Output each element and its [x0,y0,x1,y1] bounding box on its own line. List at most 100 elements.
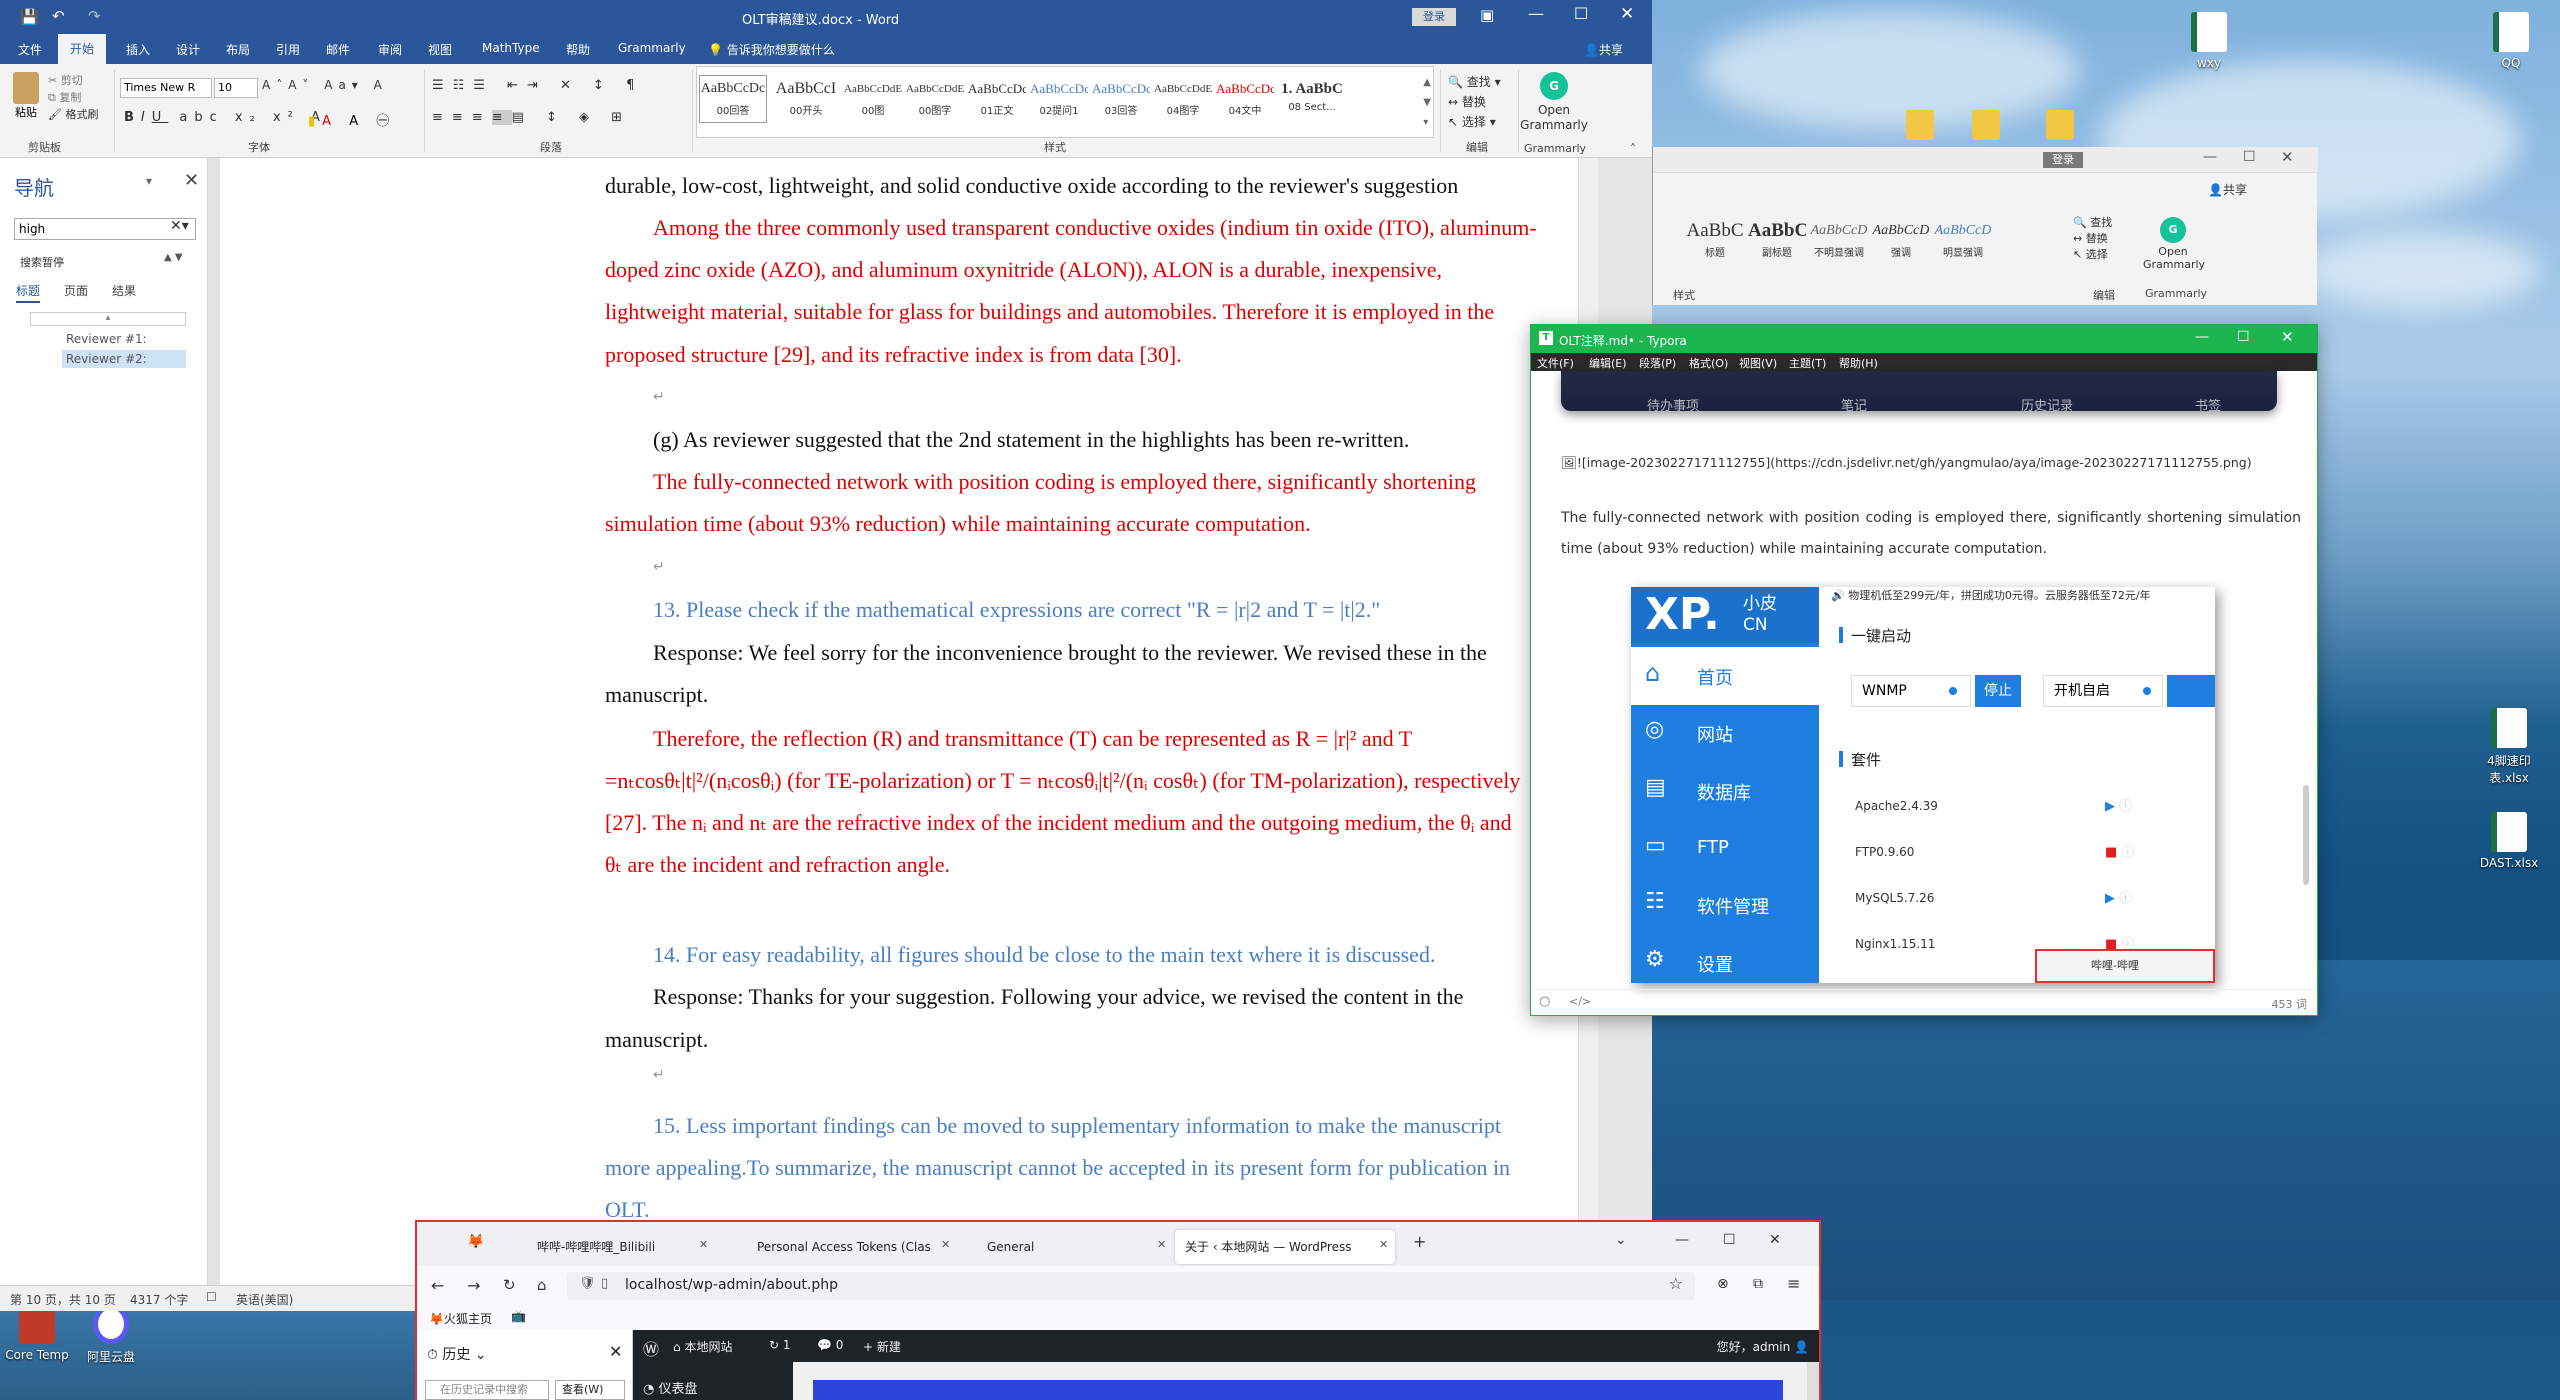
wp-updates[interactable]: ↻ 1 [769,1338,791,1352]
tab-references[interactable]: 引用 [276,41,300,58]
nav-tab-headings[interactable]: 标题 [16,282,41,303]
desktop-icon-aliyun[interactable]: 阿里云盘 [74,1304,148,1365]
bookmark-firefox-home[interactable]: 🦊火狐主页 [429,1310,492,1327]
nav-tab-results[interactable]: 结果 [112,282,136,299]
wordpress-logo-icon[interactable]: Ⓦ [643,1336,659,1360]
redo-icon[interactable]: ↷ [88,7,101,25]
menu-help[interactable]: 帮助(H) [1839,355,1878,371]
desktop-icon-qq[interactable]: QQ [2474,12,2548,70]
close-tab-icon[interactable]: ✕ [941,1238,950,1251]
tab-design[interactable]: 设计 [176,41,200,58]
extensions-puzzle-icon[interactable]: ⧉ [1753,1276,1763,1292]
history-search-input[interactable]: 在历史记录中搜索 [425,1380,549,1400]
firefox-icon[interactable]: 🦊 [467,1234,484,1250]
style-item-01-body[interactable]: AaBbCcDc 01正文 [967,75,1027,123]
undo-icon[interactable]: ↶ [52,7,65,25]
tab-mathtype[interactable]: MathType [482,41,540,55]
style-gallery-item[interactable]: AaBbC 标题 [1685,217,1745,265]
close-button[interactable]: ✕ [1769,1232,1781,1248]
close-button[interactable]: ✕ [2281,328,2294,346]
replace-button[interactable]: ↔ 替换 [2073,231,2112,247]
folder-icon[interactable] [1966,110,2006,144]
clear-search-icon[interactable]: ✕▾ [170,218,189,234]
style-gallery-item[interactable]: AaBbC 副标题 [1747,217,1807,265]
select-button[interactable]: ↖ 选择 [2073,247,2112,263]
extension-icon[interactable]: ⊗ [1717,1276,1729,1292]
minimize-button[interactable]: — [1528,4,1544,23]
style-item-02-question[interactable]: AaBbCcDc 02提问1 [1029,75,1089,123]
tab-home[interactable]: 开始 [58,34,107,64]
language-indicator[interactable]: 英语(美国) [236,1291,293,1308]
font-format-buttons[interactable]: BIU abc x₂ x² A [124,110,327,125]
page-count[interactable]: 第 10 页，共 10 页 [10,1291,116,1308]
nav-heading-reviewer-2[interactable]: Reviewer #2: [62,350,186,368]
list-buttons[interactable]: ☰☷☰ ⇤⇥ ✕ ↕ ¶ [432,78,643,93]
reload-button[interactable]: ↻ [503,1276,516,1294]
login-button[interactable]: 登录 [1412,8,1456,26]
menu-paragraph[interactable]: 段落(P) [1639,355,1676,371]
tab-file[interactable]: 文件 [18,41,42,58]
history-view-button[interactable]: 查看(W) [555,1380,625,1400]
styles-gallery[interactable]: AaBbCcDc 00回答 AaBbCcI 00开头 AaBbCcDdE 00图 Aa… [696,66,1434,138]
alignment-buttons[interactable]: ≡≡≡≡▤ ↕ ◈ ⊞ [432,110,631,125]
tab-github-tokens[interactable]: Personal Access Tokens (Clas [727,1230,939,1264]
page-scrollbar[interactable] [1807,1362,1819,1400]
minimize-button[interactable]: — [2195,329,2209,345]
menu-view[interactable]: 视图(V) [1739,355,1777,371]
url-bar[interactable]: 🛡 ▯ localhost/wp-admin/about.php ☆ [567,1272,1695,1300]
tab-review[interactable]: 审阅 [378,41,402,58]
collapse-ribbon-icon[interactable]: ˄ [1630,142,1636,156]
tab-bilibili[interactable]: 哔哔-哔哩哔哩_Bilibili [507,1230,719,1264]
list-tabs-icon[interactable]: ⌄ [1615,1232,1627,1248]
save-icon[interactable]: 💾 [20,8,39,26]
font-name-select[interactable]: Times New R [120,78,212,98]
login-button[interactable]: 登录 [2043,152,2083,168]
style-gallery-item[interactable]: AaBbCcD 强调 [1871,217,1931,265]
style-item-04-figure-text[interactable]: AaBbCcDdE 04图字 [1153,75,1213,123]
style-item-00-figure-text[interactable]: AaBbCcDdE 00图字 [905,75,965,123]
nav-heading-reviewer-1[interactable]: Reviewer #1: [66,332,147,346]
format-painter-button[interactable]: 🖌 格式刷 [48,106,98,123]
menu-edit[interactable]: 编辑(E) [1589,355,1627,371]
font-size-grow-shrink[interactable]: A˄A˅ Aa▾ A [262,78,388,92]
firefox-window[interactable]: 🦊 哔哔-哔哩哔哩_Bilibili ✕ Personal Access Tok… [415,1220,1821,1400]
font-color-buttons[interactable]: ▮A A ㊀ [308,110,396,129]
bookmark-bilibili-icon[interactable]: 📺 [511,1309,526,1323]
close-button[interactable]: ✕ [1620,4,1634,24]
font-size-select[interactable]: 10 [214,78,258,98]
minimize-button[interactable]: — [1675,1232,1689,1248]
replace-button[interactable]: ↔ 替换 [1448,92,1501,112]
nav-collapse-marker[interactable]: ▴ [30,312,186,326]
proofing-icon[interactable]: ☐ [206,1290,217,1304]
close-tab-icon[interactable]: ✕ [1379,1238,1388,1251]
find-button[interactable]: 🔍 查找 [2073,215,2112,231]
copy-button[interactable]: ⧉ 复制 [48,89,98,106]
wp-new-content[interactable]: + 新建 [863,1338,901,1355]
style-item-04-in-text[interactable]: AaBbCcDc 04文中 [1215,75,1275,123]
background-word-window[interactable]: 登录 — ☐ ✕ 👤共享 AaBbC 标题 AaBbC 副标题 AaBbCcD 不明显… [1652,147,2318,305]
maximize-button[interactable]: ☐ [2237,329,2250,345]
paste-button[interactable]: 粘贴 [10,72,42,120]
style-gallery-item[interactable]: AaBbCcD 不明显强调 [1809,217,1869,265]
maximize-button[interactable]: ☐ [2243,149,2256,165]
document-page[interactable]: durable, low-cost, lightweight, and soli… [220,158,1598,1285]
style-item-00-figure[interactable]: AaBbCcDdE 00图 [843,75,903,123]
share-button[interactable]: 👤共享 [1584,41,1623,58]
nav-tab-pages[interactable]: 页面 [64,282,88,299]
style-item-00-answer[interactable]: AaBbCcDc 00回答 [699,75,767,123]
open-grammarly-button[interactable]: G Open Grammarly [1518,72,1590,133]
tab-help[interactable]: 帮助 [566,41,590,58]
tab-grammarly[interactable]: Grammarly [618,41,686,55]
menu-file[interactable]: 文件(F) [1537,355,1574,371]
tab-mailings[interactable]: 邮件 [326,41,350,58]
bookmark-star-icon[interactable]: ☆ [1669,1274,1683,1293]
source-mode-icon[interactable]: </> [1569,995,1591,1008]
wp-comments[interactable]: 💬 0 [817,1338,843,1352]
style-item-08-section[interactable]: 1. AaBbC 08 Sect... [1277,75,1347,123]
tab-insert[interactable]: 插入 [126,41,150,58]
open-grammarly-button[interactable]: G Open Grammarly [2143,217,2205,271]
desktop-icon-dast[interactable]: DAST.xlsx [2472,812,2546,870]
close-sidebar-icon[interactable]: ✕ [609,1342,622,1361]
tab-github-general[interactable]: General [957,1230,1169,1264]
new-tab-button[interactable]: + [1413,1232,1426,1251]
